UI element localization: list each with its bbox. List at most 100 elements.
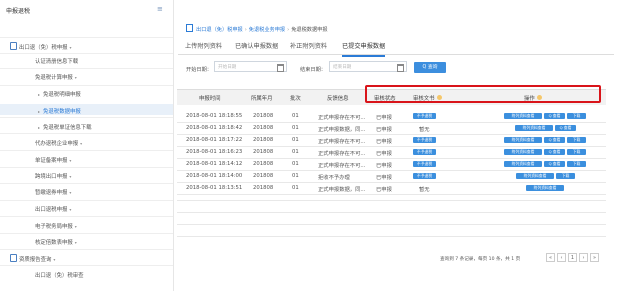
row-divider	[177, 146, 606, 147]
attachment-view-button[interactable]: 附列资料查看	[515, 125, 553, 131]
sidebar-item-detail-declare[interactable]: ▸ 免退税明细申报	[38, 90, 81, 98]
cell-time: 2018-08-01 18:13:51	[186, 185, 243, 191]
attachment-view-button[interactable]: 附列资料查看	[516, 173, 554, 179]
menu-icon[interactable]: ≡	[157, 5, 163, 13]
sidebar-item-cross-border[interactable]: 跨境出口申报 ▾	[35, 172, 71, 180]
row-divider	[177, 236, 606, 237]
cell-status: 已申报	[376, 127, 392, 133]
no-refund-doc-button[interactable]: 不予退税	[413, 149, 436, 155]
download-button[interactable]: 下载	[567, 137, 586, 143]
calendar-icon[interactable]	[397, 64, 404, 72]
no-refund-doc-button[interactable]: 不予退税	[413, 173, 436, 179]
cell-status: 已申报	[376, 151, 392, 157]
cell-batch: 01	[292, 149, 299, 155]
cell-month: 201808	[253, 149, 274, 155]
sidebar-section-export-refund[interactable]: 出口退（免）税申报 ▾	[10, 42, 72, 51]
cell-feedback: 正式申报存在不可...	[318, 139, 366, 145]
document-icon	[186, 24, 193, 32]
tab-confirmed-data[interactable]: 已确认申报数据	[235, 41, 278, 50]
view-button[interactable]: Q 查看	[544, 137, 565, 143]
calendar-icon[interactable]	[277, 64, 284, 72]
pager-first[interactable]: «	[546, 253, 555, 262]
attachment-view-button[interactable]: 附列资料查看	[504, 137, 542, 143]
cell-time: 2018-08-01 18:18:42	[186, 125, 243, 131]
view-button[interactable]: Q 查看	[544, 149, 565, 155]
sidebar-item-cert-download[interactable]: 认证清册信息下载	[35, 57, 78, 65]
tabs-divider	[178, 54, 614, 55]
row-divider	[177, 200, 606, 201]
cell-feedback: 正式申报数据，同...	[318, 127, 366, 133]
sidebar-divider	[0, 85, 173, 86]
cell-time: 2018-08-01 18:14:00	[186, 173, 243, 179]
cell-feedback: 拒收不予办理	[318, 175, 350, 181]
breadcrumb-current: 免退税数据申报	[291, 27, 328, 33]
row-divider	[177, 158, 606, 159]
end-date-input[interactable]: 结束日期	[329, 61, 407, 72]
cell-month: 201808	[253, 161, 274, 167]
query-button[interactable]: Q 查询	[414, 62, 446, 73]
sidebar-divider	[0, 183, 173, 184]
attachment-view-button[interactable]: 附列资料查看	[526, 185, 564, 191]
breadcrumb-item[interactable]: 免退税业务申报	[249, 27, 285, 33]
cell-feedback: 正式申报存在不可...	[318, 151, 366, 157]
pager-page[interactable]: 1	[568, 253, 577, 262]
start-date-label: 开始日期：	[186, 67, 212, 73]
end-date-label: 结束日期：	[300, 67, 326, 73]
sidebar-item-data-declare[interactable]: ▸ 免退税数据申报	[38, 107, 81, 115]
start-date-input[interactable]: 开始日期	[214, 61, 287, 72]
view-button[interactable]: Q 查看	[544, 113, 565, 119]
row-divider	[177, 224, 606, 225]
sidebar-item-agent-declare[interactable]: 代办退税企业申报 ▾	[35, 139, 82, 147]
cell-feedback: 正式申报存在不可...	[318, 115, 366, 121]
sidebar-item-doc-download[interactable]: ▸ 免退税单证信息下载	[38, 123, 92, 131]
tab-supplement-attachments[interactable]: 补正附列资料	[290, 41, 327, 50]
row-divider	[177, 194, 606, 195]
cell-status: 已申报	[376, 163, 392, 169]
attachment-view-button[interactable]: 附列资料查看	[504, 113, 542, 119]
sidebar-divider	[0, 150, 173, 151]
sidebar-divider	[0, 53, 173, 54]
view-button[interactable]: Q 查看	[544, 161, 565, 167]
highlight-box	[365, 85, 601, 103]
row-divider	[177, 170, 606, 171]
pager-next[interactable]: ›	[579, 253, 588, 262]
col-header-feedback: 反馈信息	[327, 96, 349, 102]
sidebar-item-temp-refund[interactable]: 暂缴退券申报 ▾	[35, 188, 71, 196]
download-button[interactable]: 下载	[567, 149, 586, 155]
document-icon	[10, 42, 17, 50]
cell-status: 已申报	[376, 115, 392, 121]
sidebar-item-export-declare[interactable]: 出口退税申报 ▾	[35, 205, 71, 213]
sidebar-item-multiple-table[interactable]: 核定倍数表申报 ▾	[35, 238, 77, 246]
sidebar-item-review[interactable]: 出口退（免）税审查	[35, 271, 84, 279]
sidebar-selected-bg	[0, 104, 173, 115]
view-button[interactable]: Q 查看	[555, 125, 576, 131]
no-refund-doc-button[interactable]: 不予退税	[413, 137, 436, 143]
row-divider	[177, 212, 606, 213]
no-refund-doc-button[interactable]: 不予退税	[413, 113, 436, 119]
breadcrumb: 出口退（免）税申报 › 免退税业务申报 › 免退税数据申报	[186, 24, 328, 33]
download-button[interactable]: 下载	[567, 161, 586, 167]
tab-upload-attachments[interactable]: 上传附列资料	[185, 41, 222, 50]
sidebar-divider	[0, 167, 173, 168]
sidebar-item-calc-declare[interactable]: 免退税计算申报 ▾	[35, 73, 77, 81]
cell-month: 201808	[253, 173, 274, 179]
sidebar-item-e-tax[interactable]: 电子税务局申报 ▾	[35, 222, 77, 230]
cell-batch: 01	[292, 173, 299, 179]
attachment-view-button[interactable]: 附列资料查看	[504, 149, 542, 155]
col-header-batch: 批次	[290, 96, 301, 102]
pager-last[interactable]: »	[590, 253, 599, 262]
sidebar-section-qualification[interactable]: 资质报告查询 ▾	[10, 254, 55, 263]
pager-prev[interactable]: ‹	[557, 253, 566, 262]
row-divider	[177, 134, 606, 135]
sidebar-divider	[0, 117, 173, 118]
cell-time: 2018-08-01 18:17:22	[186, 137, 243, 143]
breadcrumb-item[interactable]: 出口退（免）税申报	[196, 27, 243, 33]
sidebar-item-doc-filing[interactable]: 单证备案申报 ▾	[35, 156, 71, 164]
sidebar-divider	[0, 233, 173, 234]
download-button[interactable]: 下载	[556, 173, 575, 179]
cell-status: 已申报	[376, 187, 392, 193]
download-button[interactable]: 下载	[567, 113, 586, 119]
no-refund-doc-button[interactable]: 不予退税	[413, 161, 436, 167]
sidebar-divider	[0, 68, 173, 69]
attachment-view-button[interactable]: 附列资料查看	[504, 161, 542, 167]
